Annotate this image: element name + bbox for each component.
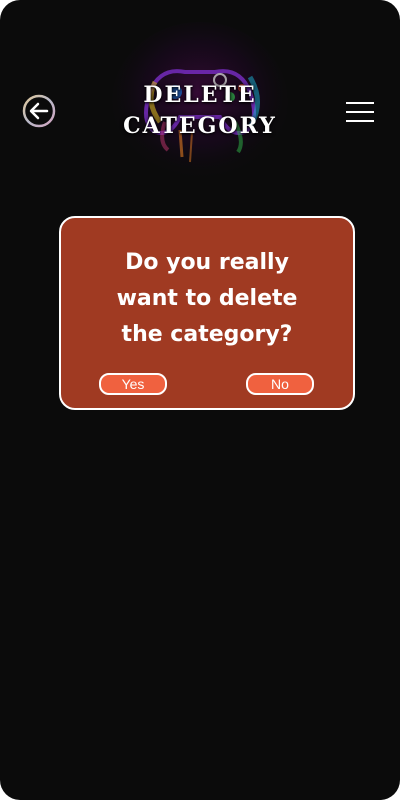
hamburger-menu-icon xyxy=(346,102,374,122)
page-title-line-1: DELETE xyxy=(143,82,257,108)
delete-confirmation-dialog: Do you really want to delete the categor… xyxy=(59,216,355,410)
page-title-line-2: CATEGORY xyxy=(123,113,277,139)
no-button[interactable]: No xyxy=(246,373,314,395)
back-button[interactable] xyxy=(22,94,56,128)
dialog-message-line-2: want to delete xyxy=(116,286,298,311)
dialog-message-line-1: Do you really xyxy=(125,250,289,275)
header: DELETE CATEGORY xyxy=(0,0,400,200)
menu-button[interactable] xyxy=(344,99,376,125)
arrow-left-circle-icon xyxy=(29,102,49,120)
page-title: DELETE CATEGORY xyxy=(70,80,330,142)
dialog-message-line-3: the category? xyxy=(121,322,293,347)
app-screen: DELETE CATEGORY Do you really want to de… xyxy=(0,0,400,800)
yes-button[interactable]: Yes xyxy=(99,373,167,395)
dialog-message: Do you really want to delete the categor… xyxy=(81,245,333,353)
